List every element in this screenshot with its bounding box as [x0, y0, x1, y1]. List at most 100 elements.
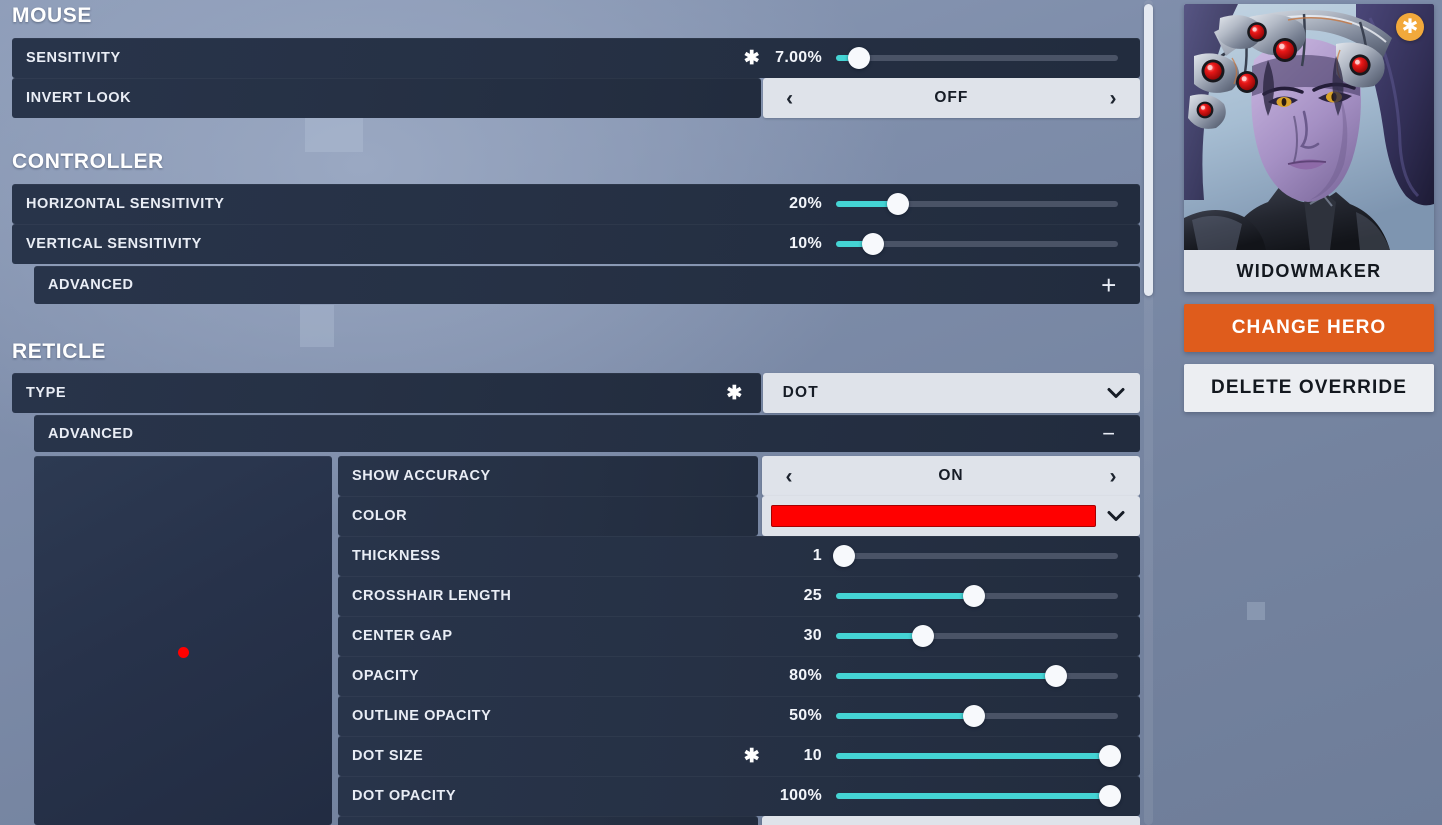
row-label: THICKNESS [352, 548, 441, 564]
plus-icon[interactable]: + [1098, 272, 1120, 298]
change-hero-button[interactable]: CHANGE HERO [1184, 304, 1434, 352]
stepper-prev-icon[interactable]: ‹ [781, 88, 799, 109]
partial-dropdown[interactable] [762, 816, 1140, 825]
row-reticle-type[interactable]: TYPE ✱ DOT [12, 373, 1140, 413]
stepper-prev-icon[interactable]: ‹ [780, 466, 798, 487]
dot-size-slider[interactable] [836, 736, 1121, 776]
row-vertical-sensitivity[interactable]: VERTICAL SENSITIVITY 10% [12, 224, 1140, 264]
label-cell-vertical-sensitivity: VERTICAL SENSITIVITY 10% [12, 224, 1140, 264]
opacity-slider[interactable] [836, 656, 1118, 696]
settings-scrollbar-thumb[interactable] [1144, 4, 1153, 296]
reticle-dot-preview [178, 647, 189, 658]
slider-value: 100% [779, 787, 822, 804]
dot-opacity-slider[interactable] [836, 776, 1121, 816]
label-cell-center-gap: CENTER GAP 30 [338, 616, 1140, 656]
asterisk-icon: ✱ [743, 745, 761, 767]
label-cell-horizontal-sensitivity: HORIZONTAL SENSITIVITY 20% [12, 184, 1140, 224]
row-opacity[interactable]: OPACITY 80% [338, 656, 1140, 696]
slider-knob[interactable] [912, 625, 935, 647]
slider-value: 20% [789, 195, 822, 212]
row-label: COLOR [352, 508, 408, 524]
dropdown-value: DOT [782, 384, 819, 401]
asterisk-icon: ✱ [726, 382, 743, 404]
row-label: VERTICAL SENSITIVITY [26, 236, 202, 252]
hero-override-badge-icon: ✱ [1396, 13, 1424, 41]
vertical-sensitivity-slider[interactable] [836, 224, 1118, 264]
row-show-accuracy[interactable]: SHOW ACCURACY ‹ ON › [338, 456, 1140, 496]
label-cell-sensitivity: SENSITIVITY ✱ 7.00% [12, 38, 1140, 78]
row-label: HORIZONTAL SENSITIVITY [26, 196, 225, 212]
slider-knob[interactable] [1044, 665, 1067, 687]
row-label: CROSSHAIR LENGTH [352, 588, 512, 604]
slider-knob[interactable] [1098, 785, 1121, 807]
slider-fill [836, 673, 1056, 679]
row-center-gap[interactable]: CENTER GAP 30 [338, 616, 1140, 656]
label-cell-show-accuracy: SHOW ACCURACY [338, 456, 758, 496]
slider-knob[interactable] [833, 545, 856, 567]
slider-knob[interactable] [1098, 745, 1121, 767]
section-title-mouse: MOUSE [12, 4, 93, 27]
chevron-down-icon[interactable] [1106, 383, 1126, 403]
horizontal-sensitivity-slider[interactable] [836, 184, 1118, 224]
settings-scroll-region[interactable]: MOUSE SENSITIVITY ✱ 7.00% INVERT LOOK ‹ … [0, 0, 1140, 825]
minus-icon[interactable]: − [1098, 422, 1120, 445]
reticle-color-dropdown[interactable] [762, 496, 1140, 536]
slider-value: 30 [803, 627, 822, 644]
slider-fill [836, 593, 975, 599]
row-reticle-color[interactable]: COLOR [338, 496, 1140, 536]
row-sensitivity[interactable]: SENSITIVITY ✱ 7.00% [12, 38, 1140, 78]
slider-value: 80% [789, 667, 822, 684]
slider-knob[interactable] [847, 47, 870, 69]
slider-knob[interactable] [861, 233, 884, 255]
row-crosshair-length[interactable]: CROSSHAIR LENGTH 25 [338, 576, 1140, 616]
hero-portrait: ✱ [1184, 4, 1434, 250]
label-cell-opacity: OPACITY 80% [338, 656, 1140, 696]
hero-card[interactable]: ✱ WIDOWMAKER [1184, 4, 1434, 292]
row-partial-next[interactable] [338, 816, 1140, 825]
color-swatch[interactable] [771, 505, 1096, 527]
row-horizontal-sensitivity[interactable]: HORIZONTAL SENSITIVITY 20% [12, 184, 1140, 224]
stepper-value: OFF [934, 89, 969, 106]
controller-advanced-expander[interactable]: ADVANCED + [34, 266, 1140, 304]
stepper-next-icon[interactable]: › [1104, 88, 1122, 109]
slider-value: 25 [803, 587, 822, 604]
slider-track [836, 553, 1118, 559]
outline-opacity-slider[interactable] [836, 696, 1118, 736]
slider-value: 10 [803, 747, 822, 764]
show-accuracy-stepper[interactable]: ‹ ON › [762, 456, 1140, 496]
delete-override-button[interactable]: DELETE OVERRIDE [1184, 364, 1434, 412]
background-artifact [1247, 602, 1265, 620]
row-label: CENTER GAP [352, 628, 453, 644]
row-label: TYPE [26, 385, 67, 401]
chevron-down-icon[interactable] [1106, 506, 1126, 526]
label-cell-reticle-type: TYPE ✱ [12, 373, 761, 413]
sensitivity-slider[interactable] [836, 38, 1118, 78]
center-gap-slider[interactable] [836, 616, 1118, 656]
reticle-type-dropdown[interactable]: DOT [762, 373, 1140, 413]
row-dot-size[interactable]: DOT SIZE ✱ 10 [338, 736, 1140, 776]
row-label: SENSITIVITY [26, 50, 121, 66]
slider-value: 7.00% [775, 49, 822, 66]
slider-knob[interactable] [887, 193, 910, 215]
hero-panel: ✱ WIDOWMAKER CHANGE HERO DELETE OVERRIDE [1184, 4, 1434, 412]
row-label: OPACITY [352, 668, 420, 684]
label-cell-crosshair-length: CROSSHAIR LENGTH 25 [338, 576, 1140, 616]
reticle-preview [34, 456, 332, 825]
expander-label: ADVANCED [48, 425, 134, 442]
label-cell-partial [338, 816, 758, 825]
row-label: SHOW ACCURACY [352, 468, 491, 484]
row-thickness[interactable]: THICKNESS 1 [338, 536, 1140, 576]
crosshair-length-slider[interactable] [836, 576, 1118, 616]
row-invert-look[interactable]: INVERT LOOK ‹ OFF › [12, 78, 1140, 118]
slider-value: 1 [812, 547, 822, 564]
slider-knob[interactable] [963, 705, 986, 727]
slider-knob[interactable] [963, 585, 986, 607]
stepper-next-icon[interactable]: › [1104, 466, 1122, 487]
row-outline-opacity[interactable]: OUTLINE OPACITY 50% [338, 696, 1140, 736]
row-dot-opacity[interactable]: DOT OPACITY 100% [338, 776, 1140, 816]
row-label: DOT SIZE [352, 748, 424, 764]
thickness-slider[interactable] [833, 536, 1118, 576]
reticle-advanced-expander[interactable]: ADVANCED − [34, 415, 1140, 452]
row-label: INVERT LOOK [26, 90, 132, 106]
invert-look-stepper[interactable]: ‹ OFF › [762, 78, 1140, 118]
